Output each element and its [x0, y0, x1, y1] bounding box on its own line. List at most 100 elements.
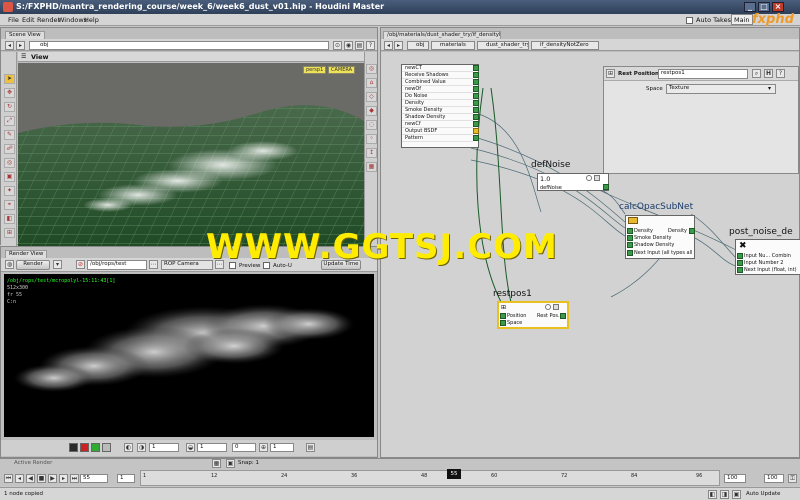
input-row-newof[interactable]: newOf [402, 86, 473, 93]
calcopac-node-title[interactable]: calcOpacSubNet [619, 202, 693, 212]
status-icon-c[interactable]: ▣ [732, 490, 741, 499]
defnoise-node[interactable]: 1.0 defNoise [537, 173, 609, 191]
main-desktop-menu[interactable]: Main [731, 14, 753, 25]
menu-render[interactable]: Render [37, 16, 60, 24]
output-node-inputs[interactable]: newCT Receive Shadows Combined Value new… [401, 64, 479, 148]
input-port[interactable] [473, 93, 479, 99]
input-port[interactable] [500, 320, 506, 326]
stop-icon[interactable]: ■ [37, 474, 46, 483]
restpos-node[interactable]: ⊞ Position Rest Pos... Space [497, 301, 569, 329]
current-frame-field[interactable]: 55 [80, 474, 108, 483]
next-frame-icon[interactable]: ▸ [59, 474, 68, 483]
input-row-pattern[interactable]: Pattern [402, 135, 473, 142]
forward-arrow-icon[interactable]: ▸ [16, 41, 25, 50]
input-port[interactable] [473, 121, 479, 127]
end-frame-small[interactable]: 100 [764, 474, 784, 483]
minimize-icon[interactable]: _ [744, 2, 756, 12]
node-name-field[interactable]: restpos1 [658, 69, 748, 79]
rotate-tool-icon[interactable]: ↻ [4, 102, 15, 112]
offset-field[interactable]: 0 [232, 443, 256, 452]
pin-icon[interactable]: ⊙ [333, 41, 342, 50]
lut-icon[interactable]: ◒ [186, 443, 195, 452]
input-row-smoke-density[interactable]: Smoke Density [402, 107, 473, 114]
space-dropdown-icon[interactable]: ▾ [768, 85, 771, 92]
scale-tool-icon[interactable]: ⤢ [4, 116, 15, 126]
input-row-density[interactable]: Density [402, 100, 473, 107]
crumb-materials[interactable]: materials [431, 41, 475, 50]
home-view-icon[interactable]: ⌂ [366, 78, 377, 88]
space-select[interactable]: Texture [666, 84, 776, 94]
group-tool-icon[interactable]: ◧ [4, 214, 15, 224]
prev-frame-icon[interactable]: ◂ [15, 474, 24, 483]
tab-render-view[interactable]: Render View [5, 250, 48, 258]
input-row-output-bsdf[interactable]: Output BSDF [402, 128, 473, 135]
playhead[interactable]: 55 [447, 469, 461, 479]
output-port[interactable] [560, 313, 566, 319]
channel-red-icon[interactable] [80, 443, 89, 452]
lut-field[interactable]: 1 [197, 443, 227, 452]
restpos-node-title[interactable]: restpos1 [493, 289, 532, 299]
end-frame-field[interactable]: 100 [724, 474, 746, 483]
render-options-icon[interactable]: ▾ [53, 260, 62, 269]
snap-label[interactable]: Snap: 1 [238, 460, 259, 466]
parm-help-icon[interactable]: H [764, 69, 773, 78]
brush-tool-icon[interactable]: ✦ [4, 186, 15, 196]
rop-browse-icon[interactable]: ⋯ [149, 260, 158, 269]
snapshot-compare-icon[interactable]: ▤ [306, 443, 315, 452]
calcopac-node[interactable]: Density Density Smoke Density Shadow Den… [625, 215, 695, 259]
zoom-icon[interactable]: ⊕ [259, 443, 268, 452]
auto-takes-checkbox[interactable] [686, 16, 693, 24]
render-region-icon[interactable]: ▣ [4, 172, 15, 182]
handle-tool-icon[interactable]: ✎ [4, 130, 15, 140]
camera-label[interactable]: CAMERA [328, 66, 356, 74]
exposure-icon[interactable]: ◑ [137, 443, 146, 452]
frame-ruler[interactable]: 1 12 24 36 48 60 72 84 96 55 [140, 469, 720, 486]
status-icon-a[interactable]: ◧ [708, 490, 717, 499]
input-port[interactable] [473, 72, 479, 78]
key-icon[interactable]: ⚿ [788, 474, 797, 483]
play-reverse-icon[interactable]: ◀ [26, 474, 35, 483]
input-port[interactable] [627, 242, 633, 248]
menu-help[interactable]: Help [84, 16, 99, 24]
input-port[interactable] [473, 135, 479, 141]
tab-scene-view[interactable]: Scene View [5, 31, 45, 39]
shading-icon[interactable]: ◆ [366, 106, 377, 116]
crumb-obj[interactable]: obj [407, 41, 429, 50]
menu-edit[interactable]: Edit [22, 16, 35, 24]
input-port[interactable] [627, 235, 633, 241]
ghost-icon[interactable]: ◌ [366, 120, 377, 130]
input-row-receive-shadows[interactable]: Receive Shadows [402, 72, 473, 79]
scene-path-field[interactable]: obj [29, 41, 329, 50]
channel-blue-icon[interactable] [102, 443, 111, 452]
input-row-newct[interactable]: newCT [402, 65, 473, 72]
measure-tool-icon[interactable]: ⊞ [4, 228, 15, 238]
node-flag-icon[interactable] [594, 175, 600, 181]
channel-green-icon[interactable] [91, 443, 100, 452]
persp-label[interactable]: persp1 [303, 66, 327, 74]
move-tool-icon[interactable]: ✥ [4, 88, 15, 98]
points-icon[interactable]: ⁘ [366, 134, 377, 144]
input-row-combined-value[interactable]: Combined Value [402, 79, 473, 86]
stop-render-icon[interactable]: ⊘ [76, 260, 85, 269]
camera-menu-icon[interactable]: ▤ [355, 41, 364, 50]
help-icon[interactable]: ? [366, 41, 375, 50]
net-back-icon[interactable]: ◂ [384, 41, 393, 50]
output-port[interactable] [689, 228, 695, 234]
input-port[interactable] [473, 100, 479, 106]
net-forward-icon[interactable]: ▸ [394, 41, 403, 50]
crumb-if-density[interactable]: if_densityNotZero [531, 41, 599, 50]
pose-tool-icon[interactable]: ☍ [4, 144, 15, 154]
parm-search-icon[interactable]: ⌕ [752, 69, 761, 78]
parm-info-icon[interactable]: ? [776, 69, 785, 78]
input-port[interactable] [473, 79, 479, 85]
gamma-field[interactable]: 1 [149, 443, 179, 452]
input-port[interactable] [473, 86, 479, 92]
input-port[interactable] [500, 313, 506, 319]
input-row-do-noise[interactable]: Do Noise [402, 93, 473, 100]
channel-rgb-icon[interactable] [69, 443, 78, 452]
snapshot-icon[interactable]: ▦ [366, 162, 377, 172]
render-button[interactable]: Render [16, 260, 50, 270]
select-tool-icon[interactable]: ➤ [4, 74, 15, 84]
tab-network-path[interactable]: /obj/materials/dust_shader_try/if_densit… [383, 31, 501, 39]
rop-path-field[interactable]: /obj/rops/test [87, 260, 147, 270]
